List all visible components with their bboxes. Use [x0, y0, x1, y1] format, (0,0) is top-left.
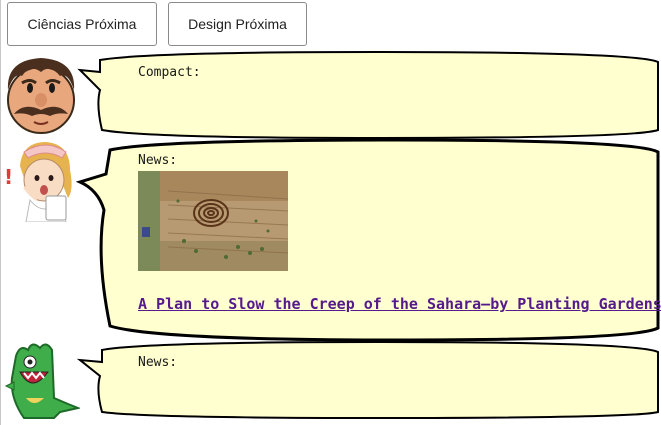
design-proxima-button[interactable]: Design Próxima	[168, 2, 307, 46]
svg-text:!: !	[4, 165, 13, 189]
aerial-garden-photo[interactable]	[138, 171, 288, 271]
mustache-man-icon	[7, 58, 75, 134]
green-monster-icon	[4, 343, 80, 419]
nurse-icon: !	[4, 142, 72, 222]
message-label: News:	[138, 153, 178, 168]
message-label: Compact:	[138, 65, 201, 80]
page-left-border	[0, 0, 1, 425]
news-article-link[interactable]: A Plan to Slow the Creep of the Sahara—b…	[138, 295, 661, 313]
message-label: News:	[138, 355, 178, 370]
message-bubble	[76, 340, 659, 420]
message-bubble	[77, 50, 659, 140]
ciencias-proxima-button[interactable]: Ciências Próxima	[7, 2, 157, 46]
